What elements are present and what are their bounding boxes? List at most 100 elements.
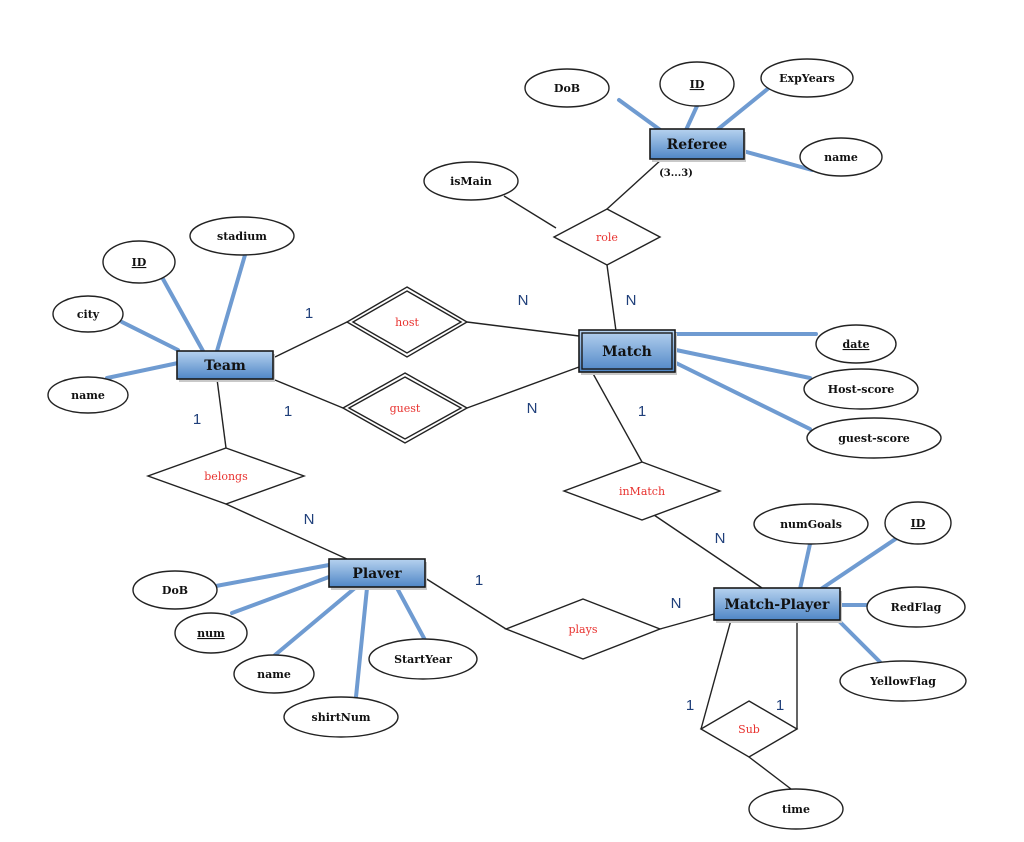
relationship-connector-line <box>659 613 715 630</box>
key-attribute-label: num <box>197 627 225 640</box>
attribute-ref-exp[interactable]: ExpYears <box>760 58 854 98</box>
attribute-mp-red[interactable]: RedFlag <box>866 586 966 628</box>
attribute-label: StartYear <box>394 653 452 666</box>
attribute-label: DoB <box>162 584 188 597</box>
attribute-label: stadium <box>217 230 267 243</box>
attribute-match-gscore[interactable]: guest-score <box>806 417 942 459</box>
attribute-label: shirtNum <box>312 711 371 724</box>
attribute-label: ExpYears <box>779 72 835 85</box>
relationship-connector-line <box>590 369 643 463</box>
entity-match[interactable]: Match <box>578 329 677 375</box>
attribute-link-mp-id <box>819 536 899 591</box>
relationship-connector-line <box>225 503 348 560</box>
attribute-link-team-stadium <box>215 253 247 353</box>
attribute-match-hscore[interactable]: Host-score <box>803 368 919 410</box>
cardinality-label-c-host-team: 1 <box>305 305 313 322</box>
relationship-role[interactable]: role <box>552 208 662 266</box>
attribute-pl-start[interactable]: StartYear <box>368 638 478 680</box>
key-attribute-label: ID <box>690 78 705 91</box>
attribute-label: isMain <box>450 175 492 188</box>
attribute-team-city[interactable]: city <box>52 295 124 333</box>
participation-constraint-label: (3...3) <box>659 168 693 179</box>
relationship-plays[interactable]: plays <box>504 598 662 660</box>
relationship-inmatch[interactable]: inMatch <box>561 461 723 521</box>
attribute-label: name <box>824 151 858 164</box>
relationship-label: role <box>596 231 618 244</box>
relationship-label: Sub <box>738 723 760 736</box>
attribute-link-team-name <box>105 361 180 380</box>
attribute-role-ismain[interactable]: isMain <box>423 161 519 201</box>
relationship-connector-line <box>606 264 617 332</box>
relationship-label: host <box>395 316 419 329</box>
cardinality-label-c-sub-left: 1 <box>686 697 694 714</box>
attribute-mp-goals[interactable]: numGoals <box>753 503 869 545</box>
relationship-label: guest <box>390 402 421 415</box>
cardinality-label-c-role-match: N <box>626 292 637 309</box>
attribute-mp-id[interactable]: ID <box>884 501 952 545</box>
attribute-match-date[interactable]: date <box>815 324 897 364</box>
cardinality-label-c-guest-match: N <box>527 400 538 417</box>
attribute-team-stadium[interactable]: stadium <box>189 216 295 256</box>
attribute-team-id[interactable]: ID <box>102 240 176 284</box>
attribute-ref-name[interactable]: name <box>799 137 883 177</box>
attribute-ref-dob[interactable]: DoB <box>524 68 610 108</box>
cardinality-label-c-plays-player: 1 <box>475 572 483 589</box>
key-attribute-label: ID <box>911 517 926 530</box>
diagram-shapes: role host guest belongs inMatch plays Sub DoB ID… <box>47 58 967 830</box>
attribute-label: numGoals <box>780 518 842 531</box>
relationship-guest[interactable]: guest <box>341 372 469 444</box>
attribute-pl-name[interactable]: name <box>233 654 315 694</box>
attribute-label: time <box>782 803 810 816</box>
key-attribute-label: ID <box>132 256 147 269</box>
relationship-label: inMatch <box>619 485 665 498</box>
relationship-connector-line <box>466 321 580 337</box>
cardinality-label-c-belongs-player: N <box>304 511 315 528</box>
attribute-link-pl-name <box>273 586 357 657</box>
entity-label: Referee <box>667 137 728 153</box>
relationship-connector-line <box>503 195 557 229</box>
attribute-ref-id[interactable]: ID <box>659 61 735 107</box>
attribute-label: name <box>257 668 291 681</box>
entity-referee[interactable]: Referee <box>649 128 746 162</box>
relationship-connector-line <box>466 366 580 409</box>
attribute-mp-yellow[interactable]: YellowFlag <box>839 660 967 702</box>
entity-player[interactable]: Plaver <box>328 558 427 590</box>
attribute-label: name <box>71 389 105 402</box>
relationship-label: belongs <box>204 470 248 483</box>
attribute-label: city <box>77 308 100 321</box>
entity-label: Match-Player <box>725 597 831 613</box>
relationship-belongs[interactable]: belongs <box>145 447 307 505</box>
attribute-link-mp-goals <box>798 542 812 591</box>
attribute-label: guest-score <box>838 432 910 445</box>
relationship-host[interactable]: host <box>345 286 469 358</box>
attribute-label: DoB <box>554 82 580 95</box>
cardinality-label-c-inmatch-mp: N <box>715 530 726 547</box>
attribute-label: RedFlag <box>891 601 942 614</box>
cardinality-label-c-belongs-team: 1 <box>193 411 201 428</box>
relationship-connector-line <box>606 158 663 210</box>
entity-match-player[interactable]: Match-Player <box>713 587 842 623</box>
attribute-team-name[interactable]: name <box>47 376 129 414</box>
attribute-link-ref-dob <box>617 98 665 134</box>
attribute-pl-shirt[interactable]: shirtNum <box>283 696 399 738</box>
attribute-link-pl-start <box>395 586 427 642</box>
relationship-connector-line <box>700 619 732 730</box>
cardinality-label-c-host-match: N <box>518 292 529 309</box>
entity-label: Match <box>602 344 652 360</box>
cardinality-label-c-guest-team: 1 <box>284 403 292 420</box>
attribute-pl-num[interactable]: num <box>174 612 248 654</box>
relationship-connector-line <box>653 514 763 589</box>
attribute-link-pl-shirt <box>354 586 369 699</box>
cardinality-label-c-sub-right: 1 <box>776 697 784 714</box>
attribute-link-team-city <box>120 320 180 352</box>
key-attribute-label: date <box>843 338 870 351</box>
attribute-sub-time[interactable]: time <box>748 788 844 830</box>
attribute-pl-dob[interactable]: DoB <box>132 570 218 610</box>
relationship-connector-line <box>216 378 227 449</box>
attribute-link-team-id <box>161 277 205 353</box>
entity-team[interactable]: Team <box>176 350 275 382</box>
relationship-connector-line <box>748 756 792 790</box>
attribute-label: YellowFlag <box>869 675 936 688</box>
attribute-link-pl-num <box>230 575 331 615</box>
er-diagram: role host guest belongs inMatch plays Sub DoB ID… <box>47 58 967 830</box>
